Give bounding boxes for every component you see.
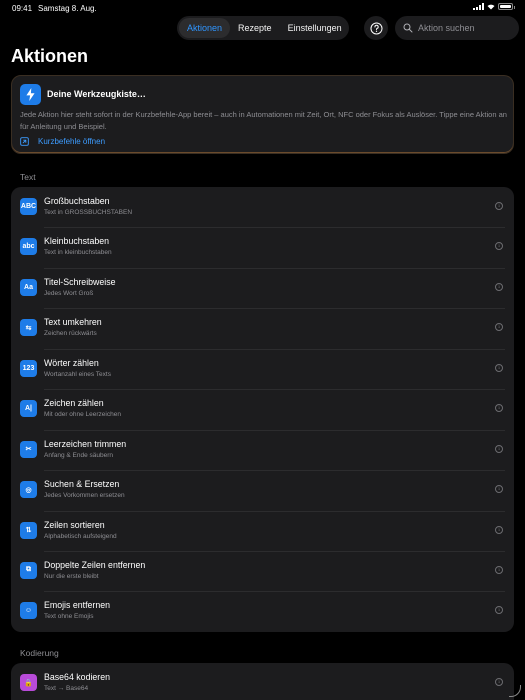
action-subtitle: Text ohne Emojis (44, 613, 94, 621)
action-row[interactable]: ⧉ Doppelte Zeilen entfernen Nur die erste … (11, 550, 514, 591)
page-title: Aktionen (11, 46, 89, 66)
cellular-signal-icon (473, 3, 484, 10)
text-actions-list: ABC Großbuchstaben Text in GROSSBUCHSTABEN… (11, 187, 514, 632)
action-title: Titel-Schreibweise (44, 276, 116, 287)
status-time: 09:41 (12, 4, 33, 13)
sort-arrows-icon: ⇅ (20, 521, 37, 539)
lowercase-icon: abc (20, 238, 37, 256)
action-subtitle: Alphabetisch aufsteigend (44, 532, 117, 540)
info-icon[interactable]: i (495, 444, 503, 453)
tab-rezepte[interactable]: Rezepte (230, 18, 280, 38)
info-icon[interactable]: i (495, 363, 503, 372)
remove-duplicates-icon: ⧉ (20, 561, 37, 579)
character-cursor-icon: A| (20, 400, 37, 418)
info-icon[interactable]: i (495, 323, 503, 332)
action-row[interactable]: ✂ Leerzeichen trimmen Anfang & Ende säuber… (11, 429, 514, 470)
info-icon[interactable]: i (495, 242, 503, 251)
action-row[interactable]: 123 Wörter zählen Wortanzahl eines Texts i (11, 348, 514, 389)
numbers-icon: 123 (20, 359, 37, 377)
info-icon[interactable]: i (495, 678, 503, 686)
action-title: Emojis entfernen (44, 600, 111, 611)
action-title: Großbuchstaben (44, 196, 110, 206)
search-input[interactable] (418, 23, 510, 33)
status-date: Samstag 8. Aug. (38, 4, 97, 13)
reverse-arrows-icon: ⇆ (20, 319, 37, 337)
find-replace-icon: ◎ (20, 481, 37, 499)
action-row[interactable]: A| Zeichen zählen Mit oder ohne Leerzeiche… (11, 389, 514, 429)
open-shortcuts-link[interactable]: Kurzbefehle öffnen (20, 137, 105, 146)
action-title: Kleinbuchstaben (44, 236, 110, 247)
tab-bar: Aktionen Rezepte Einstellungen (177, 16, 349, 40)
info-icon[interactable]: i (495, 485, 503, 494)
action-title: Leerzeichen trimmen (44, 438, 127, 449)
action-title: Doppelte Zeilen entfernen (44, 559, 146, 570)
scissors-icon: ✂ (20, 440, 37, 458)
open-shortcuts-label: Kurzbefehle öffnen (38, 137, 106, 146)
uppercase-icon: ABC (20, 198, 37, 215)
encoding-actions-list: 🔒 Base64 kodieren Text → Base64 i (11, 663, 514, 700)
tab-aktionen[interactable]: Aktionen (179, 18, 231, 38)
info-icon[interactable]: i (495, 606, 503, 615)
action-subtitle: Jedes Vorkommen ersetzen (44, 492, 125, 500)
action-row[interactable]: ⇅ Zeilen sortieren Alphabetisch aufsteigen… (11, 510, 514, 551)
action-subtitle: Zeichen rückwärts (44, 330, 97, 338)
action-row[interactable]: ☺ Emojis entfernen Text ohne Emojis i (11, 591, 514, 631)
action-subtitle: Jedes Wort Groß (44, 289, 94, 297)
action-subtitle: Mit oder ohne Leerzeichen (44, 411, 121, 419)
resize-handle[interactable] (509, 685, 521, 697)
battery-level (500, 5, 511, 8)
tab-einstellungen[interactable]: Einstellungen (280, 18, 350, 38)
search-field[interactable] (395, 16, 519, 40)
action-subtitle: Nur die erste bleibt (44, 572, 99, 580)
action-row[interactable]: 🔒 Base64 kodieren Text → Base64 i (11, 663, 514, 700)
info-icon[interactable]: i (495, 404, 503, 413)
action-row[interactable]: ⇆ Text umkehren Zeichen rückwärts i (11, 308, 514, 348)
info-icon[interactable]: i (495, 202, 503, 210)
action-row[interactable]: abc Kleinbuchstaben Text in kleinbuchstabe… (11, 227, 514, 267)
lock-icon: 🔒 (20, 674, 37, 691)
hint-card: Deine Werkzeugkiste… Jede Aktion hier st… (11, 75, 514, 154)
action-subtitle: Text → Base64 (44, 685, 89, 692)
search-icon (403, 23, 413, 33)
info-icon[interactable]: i (495, 565, 503, 574)
action-title: Text umkehren (44, 317, 102, 328)
hint-body: Jede Aktion hier steht sofort in der Kur… (20, 110, 507, 131)
titlecase-icon: Aa (20, 278, 37, 296)
status-bar: 09:41 Samstag 8. Aug. (0, 0, 525, 16)
info-icon[interactable]: i (495, 525, 503, 534)
help-button[interactable] (364, 16, 388, 40)
status-indicators (473, 3, 515, 10)
action-subtitle: Wortanzahl eines Texts (44, 370, 111, 378)
action-title: Zeichen zählen (44, 398, 104, 409)
action-row[interactable]: Aa Titel-Schreibweise Jedes Wort Groß i (11, 267, 514, 308)
action-title: Wörter zählen (44, 357, 99, 368)
external-link-icon (20, 137, 29, 146)
smiley-icon: ☺ (20, 602, 37, 620)
action-title: Zeilen sortieren (44, 519, 105, 530)
question-circle-icon (369, 21, 383, 35)
action-row[interactable]: ABC Großbuchstaben Text in GROSSBUCHSTABEN… (11, 187, 514, 227)
action-row[interactable]: ◎ Suchen & Ersetzen Jedes Vorkommen ersetz… (11, 470, 514, 510)
action-subtitle: Text in GROSSBUCHSTABEN (44, 209, 133, 216)
info-icon[interactable]: i (495, 282, 503, 291)
wifi-icon (487, 4, 495, 9)
bolt-icon (20, 84, 41, 105)
action-subtitle: Anfang & Ende säubern (44, 451, 114, 459)
hint-title: Deine Werkzeugkiste… (47, 89, 146, 99)
action-title: Suchen & Ersetzen (44, 479, 120, 490)
section-header-text: Text (20, 172, 36, 182)
battery-icon (498, 3, 515, 10)
section-header-kodierung: Kodierung (20, 648, 59, 658)
action-title: Base64 kodieren (44, 672, 111, 682)
action-subtitle: Text in kleinbuchstaben (44, 249, 112, 257)
